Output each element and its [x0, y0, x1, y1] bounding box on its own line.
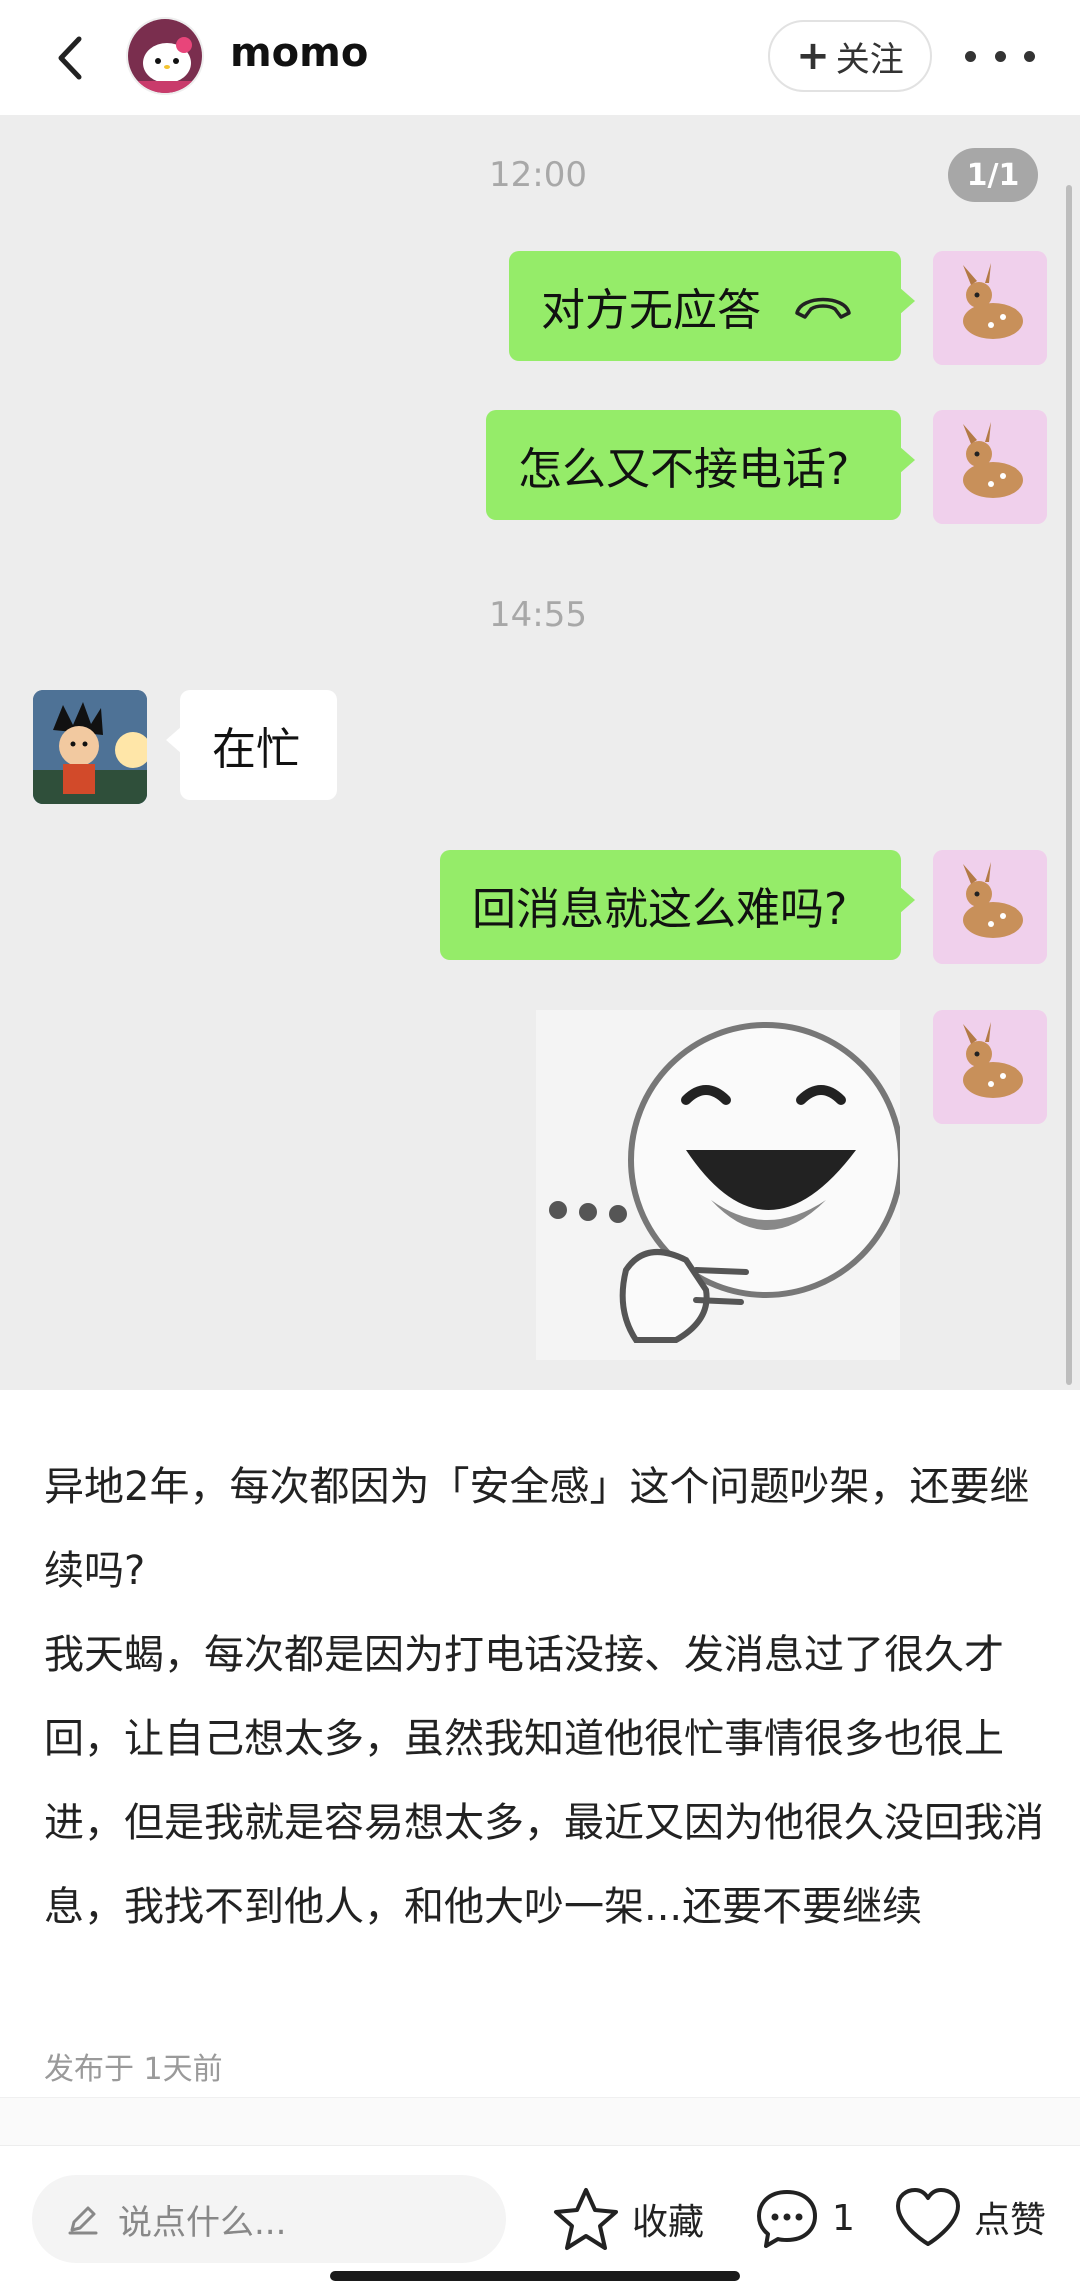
comment-placeholder: 说点什么...: [118, 2202, 287, 2243]
chat-bubble-sent: 回消息就这么难吗?: [440, 850, 915, 960]
comment-input[interactable]: 说点什么...: [32, 2175, 506, 2263]
like-button[interactable]: 点赞: [894, 2186, 1046, 2248]
top-nav-bar: momo + 关注: [0, 0, 1080, 115]
follow-button[interactable]: + 关注: [768, 20, 932, 92]
more-dot-icon: [965, 50, 976, 62]
my-avatar: [933, 410, 1047, 524]
bubble-text: 对方无应答: [541, 285, 761, 336]
post-title-line: 异地2年，每次都因为「安全感」这个问题吵架，还要继续吗?: [44, 1464, 1030, 1594]
plus-icon: +: [796, 33, 830, 79]
home-indicator: [330, 2271, 740, 2281]
more-options-button[interactable]: [965, 36, 1035, 76]
post-body: 异地2年，每次都因为「安全感」这个问题吵架，还要继续吗? 我天蝎，每次都是因为打…: [44, 1445, 1044, 1949]
chat-timestamp: 14:55: [489, 595, 587, 635]
like-label: 点赞: [974, 2200, 1047, 2241]
more-dot-icon: [994, 50, 1006, 62]
laughing-thumbs-up-sticker: [536, 1010, 904, 1360]
bubble-text: 在忙: [212, 724, 300, 775]
comment-count: 1: [832, 2197, 855, 2239]
section-divider: [0, 2097, 1080, 2145]
chat-bubble-received: 在忙: [166, 690, 337, 800]
phone-hangup-icon: [791, 281, 855, 332]
comment-button[interactable]: 1: [754, 2186, 855, 2250]
follow-label: 关注: [835, 39, 904, 80]
publish-time: 发布于 1天前: [44, 2052, 223, 2087]
scrollbar: [1066, 185, 1072, 1385]
comment-bubble-icon: [757, 2190, 817, 2248]
more-dot-icon: [1024, 50, 1035, 62]
chevron-left-icon: [58, 36, 82, 80]
favorite-button[interactable]: 收藏: [552, 2186, 704, 2252]
heart-icon: [896, 2188, 960, 2246]
chat-bubble-sent: 怎么又不接电话?: [486, 410, 915, 520]
post-image[interactable]: 1/1 12:00 对方无应答 怎么又不接电话? 14:55 在忙 回消息就这么…: [0, 115, 1080, 1390]
my-avatar: [933, 850, 1047, 964]
star-icon: [554, 2188, 618, 2250]
author-avatar[interactable]: [126, 17, 204, 95]
chat-timestamp: 12:00: [489, 155, 587, 195]
favorite-label: 收藏: [632, 2202, 705, 2243]
author-username[interactable]: momo: [230, 30, 368, 76]
image-page-indicator: 1/1: [948, 148, 1038, 202]
my-avatar: [933, 1010, 1047, 1124]
bubble-text: 回消息就这么难吗?: [472, 884, 848, 935]
post-content: 我天蝎，每次都是因为打电话没接、发消息过了很久才回，让自己想太多，虽然我知道他很…: [44, 1632, 1044, 1930]
contact-avatar: [33, 690, 147, 804]
chat-bubble-sent: 对方无应答: [509, 251, 915, 361]
my-avatar: [933, 251, 1047, 365]
pencil-icon: [66, 2202, 100, 2236]
back-button[interactable]: [40, 28, 100, 88]
bubble-text: 怎么又不接电话?: [518, 444, 850, 495]
